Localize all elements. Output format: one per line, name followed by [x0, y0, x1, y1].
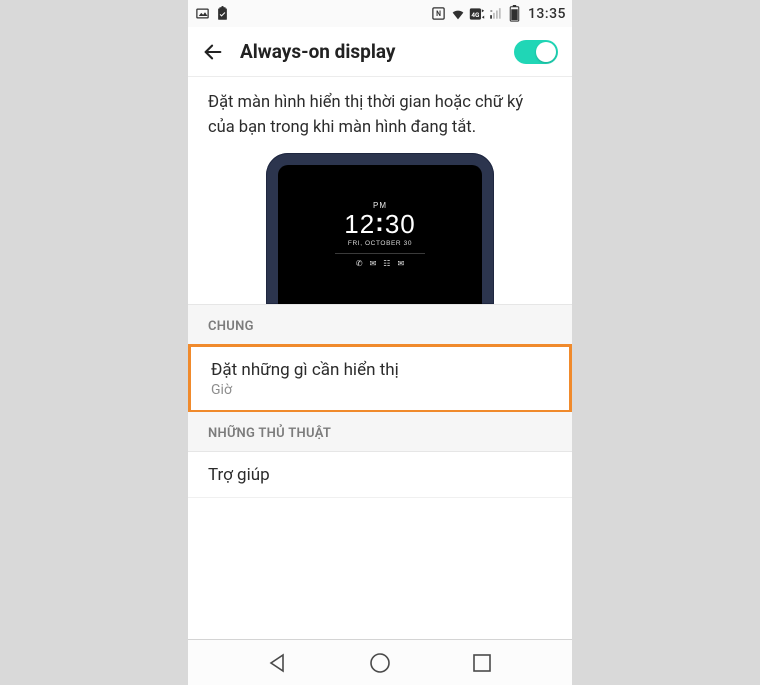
- status-bar: N 4G × 13:35: [188, 0, 572, 27]
- back-button[interactable]: [202, 41, 224, 63]
- svg-text:4G: 4G: [471, 10, 479, 18]
- mail-icon: ✉: [370, 259, 377, 268]
- status-clock: 13:35: [528, 6, 566, 22]
- wifi-icon: [450, 6, 466, 22]
- aod-toggle[interactable]: [514, 40, 558, 64]
- message-icon: ✉: [397, 259, 404, 268]
- image-indicator-icon: [194, 6, 210, 22]
- description-text: Đặt màn hình hiển thị thời gian hoặc chữ…: [188, 77, 572, 153]
- phone-preview: PM 12:30 FRI, OCTOBER 30 ✆ ✉ ☷ ✉: [266, 153, 494, 304]
- section-header-tips: NHỮNG THỦ THUẬT: [188, 412, 572, 452]
- app-bar: Always-on display: [188, 27, 572, 77]
- row-subtitle: Giờ: [211, 382, 549, 398]
- nav-recent-button[interactable]: [470, 651, 494, 675]
- preview-time: 12:30: [278, 211, 482, 237]
- preview-container: PM 12:30 FRI, OCTOBER 30 ✆ ✉ ☷ ✉: [188, 153, 572, 305]
- row-set-what-to-show[interactable]: Đặt những gì cần hiển thị Giờ: [188, 344, 572, 413]
- content-area: Đặt màn hình hiển thị thời gian hoặc chữ…: [188, 77, 572, 639]
- data-4g-icon: 4G: [469, 6, 485, 22]
- preview-notification-icons: ✆ ✉ ☷ ✉: [278, 259, 482, 268]
- svg-text:N: N: [437, 10, 442, 18]
- row-title: Đặt những gì cần hiển thị: [211, 360, 549, 380]
- clipboard-check-icon: [214, 6, 230, 22]
- nav-home-button[interactable]: [368, 651, 392, 675]
- phone-frame: N 4G × 13:35 Always-on display Đặt màn h…: [188, 0, 572, 685]
- navigation-bar: [188, 639, 572, 685]
- row-help[interactable]: Trợ giúp: [188, 452, 572, 498]
- preview-date: FRI, OCTOBER 30: [278, 240, 482, 247]
- battery-icon: [507, 6, 523, 22]
- section-header-general: CHUNG: [188, 305, 572, 345]
- svg-text:×: ×: [490, 8, 493, 14]
- signal-icon: ×: [488, 6, 504, 22]
- missed-call-icon: ✆: [356, 259, 363, 268]
- nav-back-button[interactable]: [266, 651, 290, 675]
- calendar-icon: ☷: [383, 259, 390, 268]
- page-title: Always-on display: [240, 40, 498, 63]
- nfc-icon: N: [431, 6, 447, 22]
- row-title: Trợ giúp: [208, 465, 552, 485]
- empty-space: [188, 498, 572, 592]
